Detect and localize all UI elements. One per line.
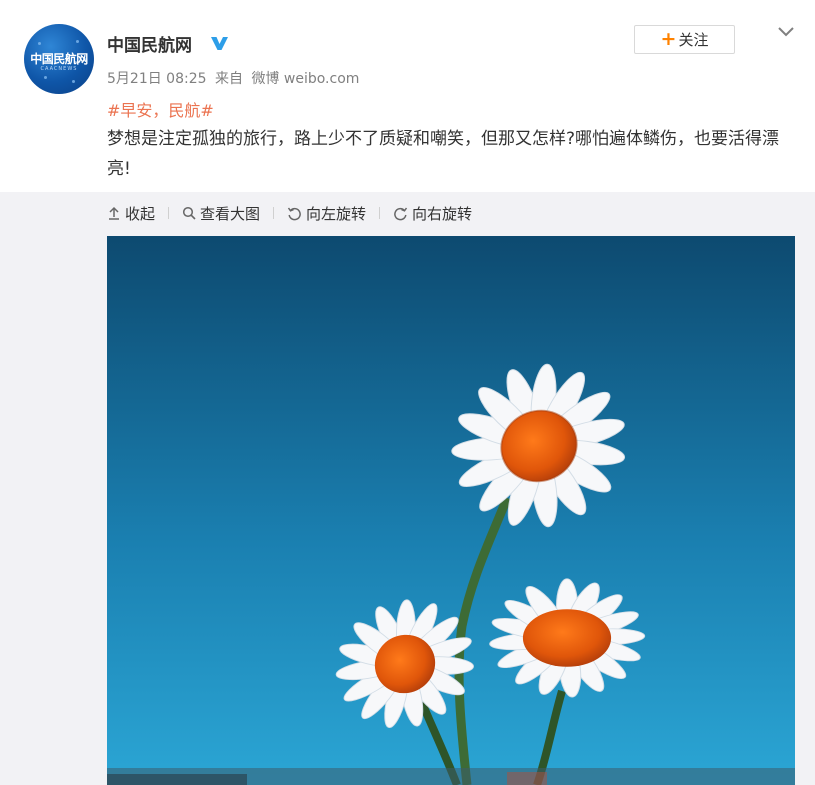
plus-icon: + xyxy=(660,28,677,50)
media-toolbar: 收起 查看大图 向左旋转 向右旋转 xyxy=(107,203,472,223)
from-label: 来自 xyxy=(214,71,243,87)
arrow-up-icon xyxy=(109,206,119,220)
toolbar-divider xyxy=(168,207,170,219)
rotate-right-label: 向右旋转 xyxy=(412,204,473,223)
post-meta: 5月21日 08:25 来自 微博 weibo.com xyxy=(107,68,363,88)
view-large-label: 查看大图 xyxy=(200,204,261,223)
rotate-right-button[interactable]: 向右旋转 xyxy=(393,203,472,224)
avatar-logo-text: 中国民航网 xyxy=(30,52,88,66)
post-source[interactable]: 微博 weibo.com xyxy=(251,71,359,87)
post-date[interactable]: 5月21日 08:25 xyxy=(107,71,207,87)
username[interactable]: 中国民航网 xyxy=(107,31,192,56)
collapse-button[interactable]: 收起 xyxy=(107,203,155,224)
follow-button[interactable]: + 关注 xyxy=(634,25,735,54)
post-text: 梦想是注定孤独的旅行，路上少不了质疑和嘲笑，但那又怎样?哪怕遍体鳞伤，也要活得漂… xyxy=(107,129,780,179)
magnifier-icon xyxy=(182,206,196,220)
toolbar-divider xyxy=(379,207,381,219)
collapse-label: 收起 xyxy=(125,204,156,223)
follow-label: 关注 xyxy=(678,31,709,49)
rotate-left-label: 向左旋转 xyxy=(306,204,367,223)
hashtag-link[interactable]: #早安，民航# xyxy=(107,97,214,121)
chevron-down-icon[interactable] xyxy=(776,24,796,40)
avatar-logo-subtext: CAACNEWS xyxy=(40,66,78,72)
view-large-button[interactable]: 查看大图 xyxy=(182,203,260,224)
verified-v-icon[interactable] xyxy=(209,33,229,53)
post-photo[interactable] xyxy=(107,236,795,785)
toolbar-divider xyxy=(273,207,275,219)
rotate-right-icon xyxy=(394,207,408,220)
weibo-post-card: 中国民航网 CAACNEWS 中国民航网 + 关注 5月21日 08:25 来自… xyxy=(0,0,815,785)
rotate-left-icon xyxy=(287,207,301,220)
rotate-left-button[interactable]: 向左旋转 xyxy=(287,203,366,224)
avatar[interactable]: 中国民航网 CAACNEWS xyxy=(24,24,94,94)
